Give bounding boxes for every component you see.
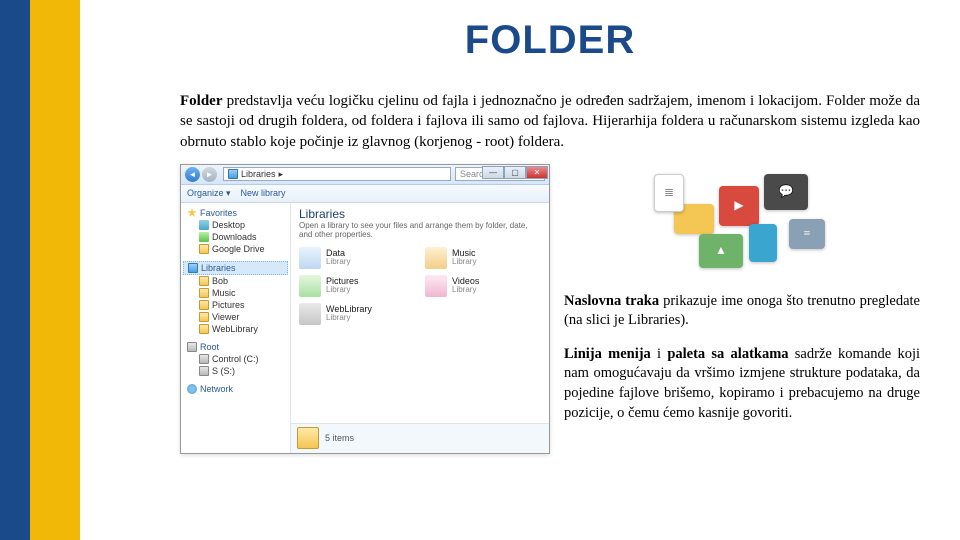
chat-tile-icon: 💬 [764,174,808,210]
sidebar-item-downloads[interactable]: Downloads [183,231,288,243]
close-button[interactable]: ✕ [526,166,548,179]
bookmark-tile-icon [749,224,777,262]
p1-bold: Naslovna traka [564,293,659,309]
folder-icon [199,276,209,286]
organize-button[interactable]: Organize ▾ [187,188,231,199]
sidebar-item-lib[interactable]: Bob [183,275,288,287]
network-icon [187,384,197,394]
explorer-sidebar: Favorites Desktop Downloads Google Drive… [181,203,291,453]
chevron-icon: ▸ [279,169,284,180]
documents-icon [299,247,321,269]
sidebar-favorites[interactable]: Favorites [183,207,288,219]
p2-bold1: Linija menija [564,346,651,362]
nav-back-button[interactable]: ◄ [185,167,200,182]
screenshot-wrapper: ◄ ► Libraries ▸ Search Libraries — ▢ ✕ [180,164,550,454]
explorer-titlebar: ◄ ► Libraries ▸ Search Libraries — ▢ ✕ [181,165,549,185]
folder-icon [199,300,209,310]
intro-bold: Folder [180,93,223,109]
doc-tile-icon: ≣ [654,174,684,212]
folder-icon [199,288,209,298]
right-column: ▶ 💬 ▲ ≡ ≣ Naslovna traka prikazuje ime o… [564,164,920,454]
libraries-subtitle: Open a library to see your files and arr… [299,221,541,239]
library-item[interactable]: DataLibrary [299,247,415,269]
sidebar-item-drive[interactable]: S (S:) [183,365,288,377]
new-library-button[interactable]: New library [241,188,286,198]
sidebar-item-desktop[interactable]: Desktop [183,219,288,231]
stripe-yellow [30,0,80,540]
downloads-icon [199,232,209,242]
library-item[interactable]: WebLibraryLibrary [299,303,415,325]
intro-paragraph: Folder predstavlja veću logičku cjelinu … [180,91,920,152]
p2-mid: i [651,346,668,362]
content-area: FOLDER Folder predstavlja veću logičku c… [180,0,920,540]
folder-icon [199,244,209,254]
nav-forward-button[interactable]: ► [202,167,217,182]
folder-icon [297,427,319,449]
drive-icon [199,354,209,364]
paragraph-1: Naslovna traka prikazuje ime onoga što t… [564,292,920,331]
decorative-icons: ▶ 💬 ▲ ≡ ≣ [564,164,920,284]
explorer-statusbar: 5 items [291,423,549,453]
paragraph-2: Linija menija i paleta sa alatkama sadrž… [564,345,920,423]
sidebar-item-lib[interactable]: Viewer [183,311,288,323]
library-icon [188,263,198,273]
pictures-icon [299,275,321,297]
library-item[interactable]: VideosLibrary [425,275,541,297]
library-icon [228,169,238,179]
minimize-button[interactable]: — [482,166,504,179]
breadcrumb-text: Libraries [241,169,276,179]
library-item[interactable]: MusicLibrary [425,247,541,269]
sidebar-network[interactable]: Network [183,383,288,395]
explorer-window: ◄ ► Libraries ▸ Search Libraries — ▢ ✕ [180,164,550,454]
maximize-button[interactable]: ▢ [504,166,526,179]
web-icon [299,303,321,325]
image-tile-icon: ▲ [699,234,743,268]
breadcrumb[interactable]: Libraries ▸ [223,167,451,181]
intro-text: predstavlja veću logičku cjelinu od fajl… [180,93,920,150]
status-text: 5 items [325,433,354,443]
video-tile-icon: ▶ [719,186,759,226]
page-title: FOLDER [180,18,920,63]
stripe-blue [0,0,30,540]
sidebar-item-lib[interactable]: WebLibrary [183,323,288,335]
desktop-icon [199,220,209,230]
computer-icon [187,342,197,352]
sidebar-item-gdrive[interactable]: Google Drive [183,243,288,255]
p2-bold2: paleta sa alatkama [667,346,788,362]
explorer-main: Libraries Open a library to see your fil… [291,203,549,453]
sidebar-libraries[interactable]: Libraries [183,261,288,275]
sidebar-root[interactable]: Root [183,341,288,353]
sidebar-item-lib[interactable]: Music [183,287,288,299]
star-icon [187,208,197,218]
folder-icon [199,324,209,334]
library-item[interactable]: PicturesLibrary [299,275,415,297]
sidebar-item-drive[interactable]: Control (C:) [183,353,288,365]
libraries-title: Libraries [299,207,541,221]
folder-icon [199,312,209,322]
window-buttons: — ▢ ✕ [482,166,548,179]
videos-icon [425,275,447,297]
drive-icon [199,366,209,376]
note-tile-icon: ≡ [789,219,825,249]
sidebar-item-lib[interactable]: Pictures [183,299,288,311]
explorer-toolbar: Organize ▾ New library [181,185,549,203]
music-icon [425,247,447,269]
